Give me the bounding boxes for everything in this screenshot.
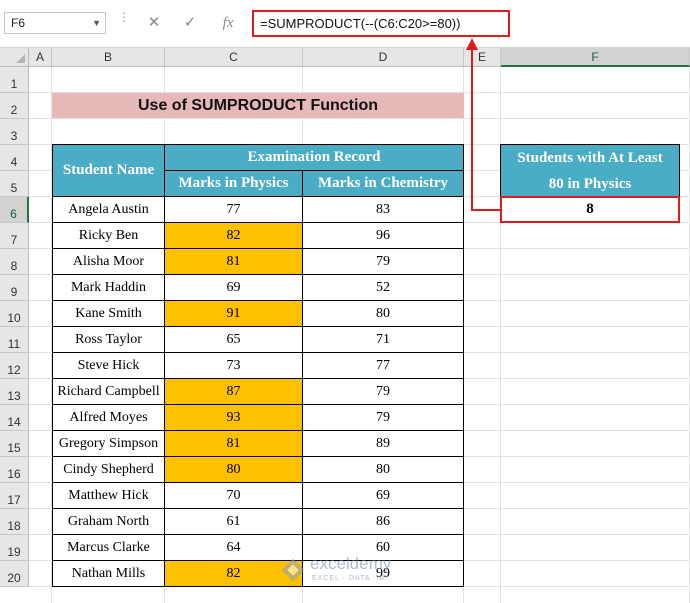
arrow-up-icon [466,38,478,50]
exceldemy-logo-icon [281,558,305,582]
callout-arrow-line [471,48,500,211]
watermark-tagline: EXCEL · DATA · BI [312,575,388,582]
watermark-brand: exceldemy [310,554,392,573]
exceldemy-watermark: exceldemy EXCEL · DATA · BI [280,552,430,588]
callout-arrow [466,38,500,211]
